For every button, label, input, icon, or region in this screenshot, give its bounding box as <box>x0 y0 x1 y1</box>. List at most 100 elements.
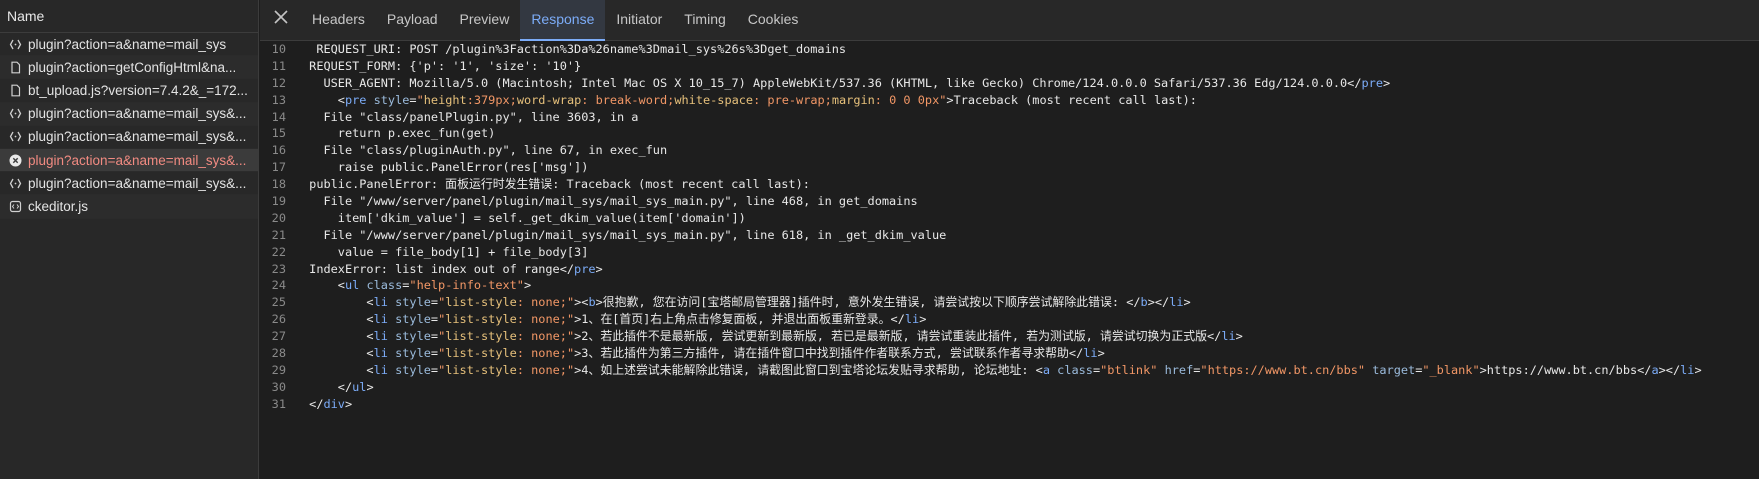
code-token: raise public.PanelError(res['msg']) <box>302 160 589 175</box>
line-number: 29 <box>271 362 286 377</box>
code-token: > <box>523 278 532 293</box>
code-token: div <box>323 396 345 411</box>
network-request-list-panel: Name plugin?action=a&name=mail_sysplugin… <box>0 0 259 479</box>
line-content: <li style="list-style: none;">4、如上述尝试未能解… <box>302 362 1702 379</box>
tab-preview[interactable]: Preview <box>449 0 521 40</box>
code-line: 16 File "class/pluginAuth.py", line 67, … <box>260 142 1759 159</box>
request-row[interactable]: plugin?action=a&name=mail_sys&... <box>0 126 258 149</box>
line-content: File "class/pluginAuth.py", line 67, in … <box>302 142 667 159</box>
code-token: > <box>919 312 927 327</box>
line-content: <ul class="help-info-text"> <box>302 277 531 294</box>
line-number: 24 <box>271 278 286 293</box>
request-row[interactable]: plugin?action=a&name=mail_sys&... <box>0 102 258 126</box>
xhr-icon <box>9 130 22 143</box>
tab-payload[interactable]: Payload <box>376 0 449 40</box>
code-token: href <box>1164 362 1194 377</box>
code-line: 10 REQUEST_URI: POST /plugin%3Faction%3D… <box>260 41 1759 58</box>
line-number: 22 <box>271 244 286 259</box>
code-token: style <box>395 329 431 344</box>
request-row[interactable]: plugin?action=a&name=mail_sys&... <box>0 148 258 173</box>
request-row[interactable]: plugin?action=a&name=mail_sys&... <box>0 172 258 196</box>
request-row[interactable]: ckeditor.js <box>0 195 258 219</box>
code-token: >2、若此插件不是最新版, 尝试更新到最新版, 若已是最新版, 请尝试重装此插件… <box>574 329 1222 344</box>
tab-response[interactable]: Response <box>520 0 606 41</box>
code-token: = <box>409 92 417 107</box>
code-token: < <box>302 92 345 107</box>
close-details-button[interactable] <box>260 0 301 40</box>
tab-cookies[interactable]: Cookies <box>737 0 810 40</box>
code-line: 20 item['dkim_value'] = self._get_dkim_v… <box>260 210 1759 227</box>
code-token: REQUEST_URI: POST /plugin%3Faction%3Da%2… <box>302 42 847 56</box>
code-line: 31 </div> <box>260 396 1759 413</box>
code-token: < <box>302 329 374 344</box>
code-token: a <box>1042 362 1050 377</box>
line-number: 11 <box>271 58 286 73</box>
line-content: REQUEST_FORM: {'p': '1', 'size': '10'} <box>302 58 581 75</box>
line-content: </ul> <box>302 379 374 396</box>
request-row[interactable]: plugin?action=getConfigHtml&na... <box>0 56 258 80</box>
line-number: 12 <box>271 75 286 90</box>
line-number: 17 <box>271 160 286 175</box>
line-number: 26 <box>271 312 286 327</box>
code-line: 14 File "class/panelPlugin.py", line 360… <box>260 109 1759 126</box>
name-column-header[interactable]: Name <box>0 0 258 33</box>
line-content: raise public.PanelError(res['msg']) <box>302 159 589 176</box>
document-icon <box>9 61 22 74</box>
line-content: File "/www/server/panel/plugin/mail_sys/… <box>302 193 917 210</box>
code-token: REQUEST_FORM: {'p': '1', 'size': '10'} <box>302 58 582 73</box>
code-token: "_blank" <box>1422 362 1480 377</box>
code-line: 21 File "/www/server/panel/plugin/mail_s… <box>260 227 1759 244</box>
code-token: li <box>373 312 388 327</box>
request-name: plugin?action=a&name=mail_sys&... <box>28 152 247 168</box>
code-token: public.PanelError: 面板运行时发生错误: Traceback … <box>302 177 810 192</box>
code-token: >3、若此插件为第三方插件, 请在插件窗口中找到插件作者联系方式, 尝试联系作者… <box>574 346 1084 361</box>
code-token: </ <box>302 379 353 394</box>
code-line: 27 <li style="list-style: none;">2、若此插件不… <box>260 328 1759 345</box>
request-row[interactable]: plugin?action=a&name=mail_sys <box>0 33 258 57</box>
code-token: pre <box>344 92 367 107</box>
code-token: white-space <box>674 92 754 107</box>
code-token: IndexError: list index out of range</ <box>302 261 575 276</box>
line-content: File "class/panelPlugin.py", line 3603, … <box>302 109 638 126</box>
code-line: 29 <li style="list-style: none;">4、如上述尝试… <box>260 362 1759 379</box>
tab-headers[interactable]: Headers <box>301 0 376 40</box>
code-token: style <box>373 92 410 107</box>
code-line: 11 REQUEST_FORM: {'p': '1', 'size': '10'… <box>260 58 1759 75</box>
line-number: 31 <box>271 396 286 411</box>
request-name: plugin?action=getConfigHtml&na... <box>28 59 237 75</box>
code-token: > <box>366 379 374 394</box>
code-token: < <box>302 312 374 327</box>
code-line: 19 File "/www/server/panel/plugin/mail_s… <box>260 193 1759 210</box>
code-line: 17 raise public.PanelError(res['msg']) <box>260 159 1759 176</box>
tab-initiator[interactable]: Initiator <box>605 0 673 40</box>
response-panel: Headers Payload Preview Response Initiator Ti… <box>260 0 1759 479</box>
code-token: = <box>430 295 439 310</box>
xhr-icon <box>9 177 22 190</box>
code-token: word-wrap <box>516 92 582 107</box>
code-token: pre <box>574 261 596 276</box>
code-token: = <box>430 329 439 344</box>
response-code-view: 10 REQUEST_URI: POST /plugin%3Faction%3D… <box>260 41 1759 479</box>
tab-timing[interactable]: Timing <box>673 0 737 40</box>
line-number: 16 <box>271 143 286 158</box>
request-row[interactable]: bt_upload.js?version=7.4.2&_=172... <box>0 79 258 103</box>
code-token: style <box>395 312 431 327</box>
line-content: item['dkim_value'] = self._get_dkim_valu… <box>302 210 746 227</box>
code-token: margin <box>831 92 875 107</box>
code-token: File "/www/server/panel/plugin/mail_sys/… <box>302 227 947 242</box>
xhr-icon <box>9 107 22 120</box>
code-token: >https://www.bt.cn/bbs</ <box>1479 362 1652 377</box>
code-token: < <box>302 278 345 293</box>
code-token: a <box>1651 362 1659 377</box>
code-token: ul <box>352 379 367 394</box>
code-token: style <box>395 346 431 361</box>
line-number: 30 <box>271 379 286 394</box>
document-icon <box>9 84 22 97</box>
code-token: height <box>423 92 467 107</box>
code-token: > <box>1694 362 1702 377</box>
line-content: REQUEST_URI: POST /plugin%3Faction%3Da%2… <box>302 41 846 58</box>
line-content: <li style="list-style: none;">2、若此插件不是最新… <box>302 328 1242 345</box>
line-number: 20 <box>271 210 286 225</box>
code-token: li <box>1221 329 1236 344</box>
